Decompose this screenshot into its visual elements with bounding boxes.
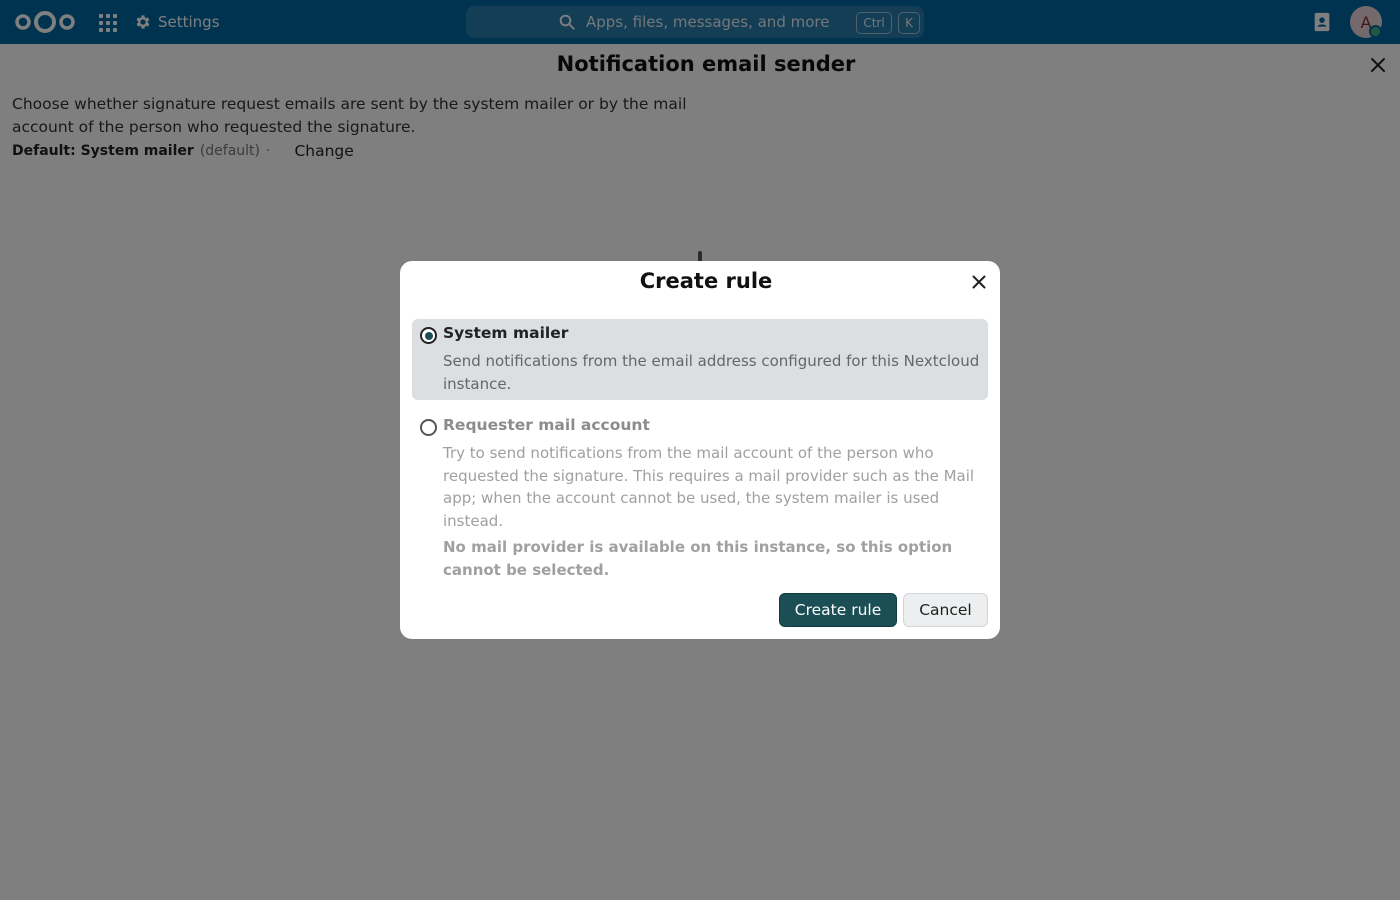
dialog-close-icon[interactable]: [970, 273, 988, 291]
create-rule-button[interactable]: Create rule: [779, 593, 897, 627]
radio-requester-mail-account: [420, 419, 437, 436]
cancel-button[interactable]: Cancel: [903, 593, 988, 627]
radio-system-mailer[interactable]: [420, 327, 437, 344]
option-system-mailer[interactable]: System mailer Send notifications from th…: [412, 319, 988, 400]
option-label: Requester mail account: [443, 416, 650, 434]
option-description: Try to send notifications from the mail …: [443, 444, 975, 530]
dialog-title: Create rule: [639, 269, 773, 293]
option-label: System mailer: [443, 324, 569, 342]
option-requester-mail-account: Requester mail account Try to send notif…: [412, 411, 988, 583]
option-description: Send notifications from the email addres…: [443, 352, 980, 393]
create-rule-dialog: Create rule System mailer Send notificat…: [400, 261, 1000, 639]
option-unavailable-note: No mail provider is available on this in…: [443, 538, 953, 579]
